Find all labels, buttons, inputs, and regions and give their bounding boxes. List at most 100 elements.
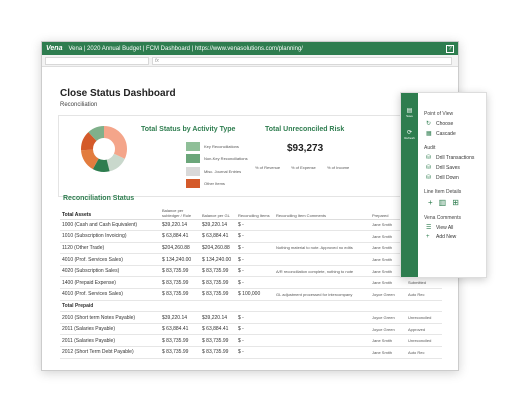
save-icon[interactable]: ▤ Save [404, 107, 415, 118]
reconciling-items-cell[interactable]: $ - [236, 230, 274, 243]
table-row[interactable]: 4020 (Subscription Sales) $ 83,735.99 $ 83… [60, 265, 442, 278]
status-cell[interactable] [406, 300, 442, 313]
reconciling-items-cell[interactable]: $ - [236, 253, 274, 266]
reconciling-items-cell[interactable] [236, 300, 274, 313]
gl-balance-cell[interactable]: $ 83,735.99 [200, 334, 236, 348]
grid-icon[interactable]: ⊞ [452, 198, 459, 207]
comment-cell[interactable]: Nothing material to note. Approved no ed… [274, 242, 370, 255]
risk-value: $93,273 [287, 143, 324, 154]
table-row[interactable]: 2011 (Salaries Payable) $ 63,884.41 $ 63,8… [60, 323, 442, 336]
subledger-balance-cell[interactable]: $204,260.88 [160, 242, 200, 255]
cascade-button[interactable]: ▦ Cascade [426, 130, 480, 138]
comment-cell[interactable]: GL adjustment processed for intercompany [274, 288, 370, 301]
clipboard-icon[interactable]: ▥ [439, 198, 447, 207]
plus-icon: + [426, 234, 430, 240]
refresh-icon[interactable]: ⟳ Refresh [404, 129, 415, 140]
gl-balance-cell[interactable]: $39,220.14 [200, 311, 236, 324]
choose-button[interactable]: ↻ Choose [426, 120, 480, 128]
formula-input[interactable]: fx [152, 56, 452, 65]
gl-balance-cell[interactable]: $ 83,735.99 [200, 288, 236, 301]
subledger-balance-cell[interactable]: $39,220.14 [160, 219, 200, 232]
table-row[interactable]: 1000 (Cash and Cash Equivalent) $39,220.1… [60, 219, 442, 232]
prepared-by-cell[interactable]: Joyce Green [370, 311, 406, 324]
table-row[interactable]: Total Prepaid [60, 300, 442, 313]
status-cell[interactable]: Submitted [406, 276, 442, 290]
prepared-by-cell[interactable]: Joyce Green [370, 323, 406, 336]
name-box[interactable] [45, 56, 149, 65]
comment-cell[interactable] [274, 253, 370, 266]
col-header-account: Total Assets [60, 205, 160, 220]
add-line-item-icon[interactable]: + [428, 198, 433, 207]
comment-cell[interactable] [274, 219, 370, 232]
reconciling-items-cell[interactable]: $ - [236, 311, 274, 324]
gl-balance-cell[interactable]: $39,220.14 [200, 219, 236, 232]
gl-balance-cell[interactable]: $ 83,735.99 [200, 265, 236, 278]
reconciling-items-cell[interactable]: $ - [236, 265, 274, 278]
vena-logo: Vena [46, 45, 63, 52]
table-row[interactable]: 2012 (Short Term Debt Payable) $ 83,735.9… [60, 346, 442, 359]
reconciling-items-cell[interactable]: $ 100,000 [236, 288, 274, 301]
table-row[interactable]: 1400 (Prepaid Expense) $ 83,735.99 $ 83,73… [60, 276, 442, 290]
status-cell[interactable]: Unreconciled [406, 334, 442, 348]
prepared-by-cell[interactable] [370, 300, 406, 313]
legend-item: Misc. Journal Entries [186, 167, 241, 176]
pov-title: Point of View [424, 111, 454, 117]
help-icon[interactable]: ? [446, 44, 454, 53]
gl-balance-cell[interactable]: $204,260.88 [200, 242, 236, 255]
status-cell[interactable]: Approved [406, 323, 442, 336]
table-row[interactable]: 4010 (Prof. Services Sales) $ 134,240.00 $… [60, 253, 442, 266]
reconciling-items-cell[interactable]: $ - [236, 346, 274, 359]
table-row[interactable]: 1010 (Subscription Invoicing) $ 63,884.41… [60, 230, 442, 243]
drill-transactions-button[interactable]: ⛁ Drill Transactions [426, 154, 480, 162]
table-row[interactable]: 4010 (Prof. Services Sales) $ 83,735.99 $ … [60, 288, 442, 301]
prepared-by-cell[interactable]: Jane Smith [370, 334, 406, 348]
gl-balance-cell[interactable] [200, 300, 236, 313]
choose-icon: ↻ [426, 121, 432, 127]
subledger-balance-cell[interactable]: $ 83,735.99 [160, 265, 200, 278]
comment-cell[interactable] [274, 346, 370, 359]
drill-saves-button[interactable]: ⛁ Drill Saves [426, 164, 480, 172]
prepared-by-cell[interactable]: Jane Smith [370, 276, 406, 290]
table-row[interactable]: 1120 (Other Trade) $204,260.88 $204,260.88… [60, 242, 442, 255]
database-icon: ⛁ [426, 155, 432, 161]
legend-swatch [186, 154, 200, 163]
reconciling-items-cell[interactable]: $ - [236, 334, 274, 348]
table-row[interactable]: 2010 (Short term Notes Payable) $39,220.1… [60, 311, 442, 324]
reconciling-items-cell[interactable]: $ - [236, 219, 274, 232]
subledger-balance-cell[interactable]: $ 63,884.41 [160, 323, 200, 336]
subledger-balance-cell[interactable]: $ 83,735.99 [160, 334, 200, 348]
comment-cell[interactable] [274, 334, 370, 348]
status-cell[interactable]: Auto Rec [406, 346, 442, 359]
subledger-balance-cell[interactable]: $ 83,735.99 [160, 276, 200, 290]
comment-cell[interactable]: A/R reconciliation complete, nothing to … [274, 265, 370, 278]
subledger-balance-cell[interactable]: $ 134,240.00 [160, 253, 200, 266]
legend-label: Non-Key Reconciliations [204, 156, 248, 161]
side-strip: ▤ Save ⟳ Refresh [401, 93, 418, 277]
gl-balance-cell[interactable]: $ 134,240.00 [200, 253, 236, 266]
view-all-button[interactable]: ☰ View All [426, 224, 480, 232]
gl-balance-cell[interactable]: $ 63,884.41 [200, 323, 236, 336]
reconciling-items-cell[interactable]: $ - [236, 323, 274, 336]
status-cell[interactable]: Auto Rec [406, 288, 442, 301]
add-new-button[interactable]: + Add New [426, 234, 480, 240]
table-row[interactable]: 2011 (Salaries Payable) $ 83,735.99 $ 83,7… [60, 334, 442, 348]
status-cell[interactable]: Unreconciled [406, 311, 442, 324]
comment-cell[interactable] [274, 300, 370, 313]
comment-cell[interactable] [274, 276, 370, 290]
gl-balance-cell[interactable]: $ 83,735.99 [200, 346, 236, 359]
comment-cell[interactable] [274, 311, 370, 324]
subledger-balance-cell[interactable] [160, 300, 200, 313]
comment-cell[interactable] [274, 323, 370, 336]
reconciling-items-cell[interactable]: $ - [236, 242, 274, 255]
gl-balance-cell[interactable]: $ 83,735.99 [200, 276, 236, 290]
comment-cell[interactable] [274, 230, 370, 243]
subledger-balance-cell[interactable]: $ 63,884.41 [160, 230, 200, 243]
subledger-balance-cell[interactable]: $ 83,735.99 [160, 346, 200, 359]
subledger-balance-cell[interactable]: $ 83,735.99 [160, 288, 200, 301]
gl-balance-cell[interactable]: $ 63,884.41 [200, 230, 236, 243]
reconciling-items-cell[interactable]: $ - [236, 276, 274, 290]
subledger-balance-cell[interactable]: $39,220.14 [160, 311, 200, 324]
prepared-by-cell[interactable]: Jane Smith [370, 346, 406, 359]
prepared-by-cell[interactable]: Joyce Green [370, 288, 406, 301]
drill-down-button[interactable]: ⛁ Drill Down [426, 174, 480, 182]
